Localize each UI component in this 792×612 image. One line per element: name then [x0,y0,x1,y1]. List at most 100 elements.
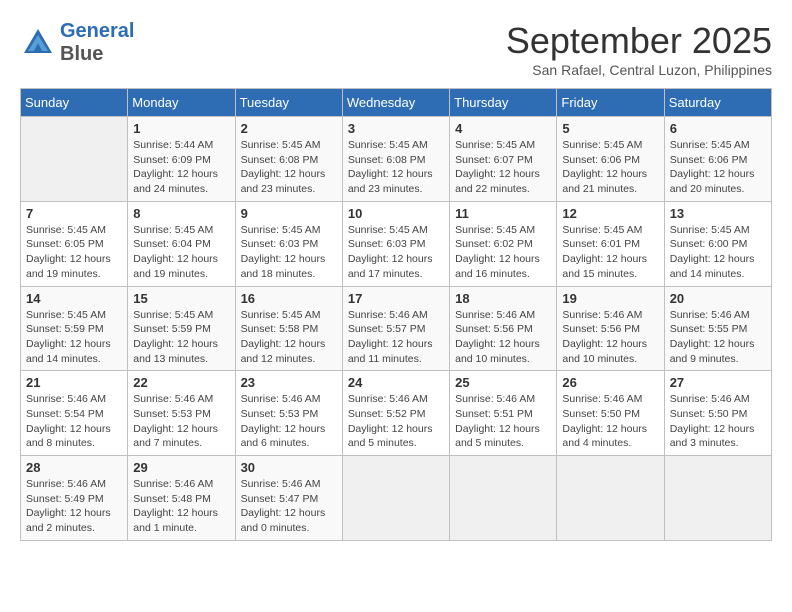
logo-text: General Blue [60,20,134,66]
day-number: 10 [348,206,444,221]
calendar-week-1: 1 Sunrise: 5:44 AM Sunset: 6:09 PM Daylig… [21,117,772,202]
day-info: Sunrise: 5:46 AM Sunset: 5:50 PM Dayligh… [670,392,766,451]
day-info: Sunrise: 5:45 AM Sunset: 6:06 PM Dayligh… [562,138,658,197]
logo-icon [20,25,56,61]
calendar-cell: 7 Sunrise: 5:45 AM Sunset: 6:05 PM Daylig… [21,201,128,286]
day-info: Sunrise: 5:46 AM Sunset: 5:56 PM Dayligh… [562,308,658,367]
day-number: 24 [348,375,444,390]
day-number: 15 [133,291,229,306]
calendar-cell: 13Sunrise: 5:45 AM Sunset: 6:00 PM Dayli… [664,201,771,286]
day-number: 13 [670,206,766,221]
calendar-cell: 16 Sunrise: 5:45 AM Sunset: 5:58 PM Dayli… [235,286,342,371]
calendar-cell: 26 Sunrise: 5:46 AM Sunset: 5:50 PM Dayli… [557,371,664,456]
calendar-cell: 28 Sunrise: 5:46 AM Sunset: 5:49 PM Dayli… [21,456,128,541]
calendar-cell [450,456,557,541]
day-info: Sunrise: 5:45 AM Sunset: 6:01 PM Dayligh… [562,223,658,282]
day-info: Sunrise: 5:45 AM Sunset: 5:58 PM Dayligh… [241,308,337,367]
day-number: 17 [348,291,444,306]
day-number: 9 [241,206,337,221]
calendar-cell: 9 Sunrise: 5:45 AM Sunset: 6:03 PM Daylig… [235,201,342,286]
calendar-cell: 5 Sunrise: 5:45 AM Sunset: 6:06 PM Daylig… [557,117,664,202]
day-info: Sunrise: 5:46 AM Sunset: 5:49 PM Dayligh… [26,477,122,536]
header-day-wednesday: Wednesday [342,89,449,117]
day-info: Sunrise: 5:45 AM Sunset: 6:08 PM Dayligh… [348,138,444,197]
day-number: 14 [26,291,122,306]
title-block: September 2025 San Rafael, Central Luzon… [506,20,772,78]
day-number: 2 [241,121,337,136]
calendar-cell: 23Sunrise: 5:46 AM Sunset: 5:53 PM Dayli… [235,371,342,456]
calendar-cell: 30Sunrise: 5:46 AM Sunset: 5:47 PM Dayli… [235,456,342,541]
header-day-saturday: Saturday [664,89,771,117]
calendar-cell: 1 Sunrise: 5:44 AM Sunset: 6:09 PM Daylig… [128,117,235,202]
header-day-tuesday: Tuesday [235,89,342,117]
calendar-cell: 4 Sunrise: 5:45 AM Sunset: 6:07 PM Daylig… [450,117,557,202]
day-info: Sunrise: 5:45 AM Sunset: 6:06 PM Dayligh… [670,138,766,197]
calendar-cell: 12 Sunrise: 5:45 AM Sunset: 6:01 PM Dayli… [557,201,664,286]
day-number: 6 [670,121,766,136]
logo: General Blue [20,20,134,66]
day-number: 3 [348,121,444,136]
calendar-cell [664,456,771,541]
calendar-week-4: 21 Sunrise: 5:46 AM Sunset: 5:54 PM Dayli… [21,371,772,456]
day-number: 28 [26,460,122,475]
day-info: Sunrise: 5:46 AM Sunset: 5:51 PM Dayligh… [455,392,551,451]
day-info: Sunrise: 5:46 AM Sunset: 5:48 PM Dayligh… [133,477,229,536]
calendar-cell: 8 Sunrise: 5:45 AM Sunset: 6:04 PM Daylig… [128,201,235,286]
day-number: 22 [133,375,229,390]
day-number: 21 [26,375,122,390]
day-info: Sunrise: 5:45 AM Sunset: 5:59 PM Dayligh… [133,308,229,367]
day-info: Sunrise: 5:46 AM Sunset: 5:53 PM Dayligh… [241,392,337,451]
calendar-cell: 19 Sunrise: 5:46 AM Sunset: 5:56 PM Dayli… [557,286,664,371]
calendar-cell: 3 Sunrise: 5:45 AM Sunset: 6:08 PM Daylig… [342,117,449,202]
day-info: Sunrise: 5:45 AM Sunset: 6:05 PM Dayligh… [26,223,122,282]
day-number: 8 [133,206,229,221]
day-info: Sunrise: 5:45 AM Sunset: 6:02 PM Dayligh… [455,223,551,282]
day-info: Sunrise: 5:45 AM Sunset: 6:03 PM Dayligh… [348,223,444,282]
header-day-sunday: Sunday [21,89,128,117]
day-info: Sunrise: 5:46 AM Sunset: 5:54 PM Dayligh… [26,392,122,451]
calendar-cell: 6 Sunrise: 5:45 AM Sunset: 6:06 PM Daylig… [664,117,771,202]
calendar-header-row: SundayMondayTuesdayWednesdayThursdayFrid… [21,89,772,117]
day-number: 4 [455,121,551,136]
day-number: 1 [133,121,229,136]
calendar-cell: 22Sunrise: 5:46 AM Sunset: 5:53 PM Dayli… [128,371,235,456]
calendar-cell: 18 Sunrise: 5:46 AM Sunset: 5:56 PM Dayli… [450,286,557,371]
month-title: September 2025 [506,20,772,62]
day-info: Sunrise: 5:46 AM Sunset: 5:50 PM Dayligh… [562,392,658,451]
header-day-monday: Monday [128,89,235,117]
calendar-cell: 17Sunrise: 5:46 AM Sunset: 5:57 PM Dayli… [342,286,449,371]
day-info: Sunrise: 5:46 AM Sunset: 5:56 PM Dayligh… [455,308,551,367]
calendar-cell [21,117,128,202]
day-number: 27 [670,375,766,390]
day-number: 26 [562,375,658,390]
calendar-week-3: 14 Sunrise: 5:45 AM Sunset: 5:59 PM Dayli… [21,286,772,371]
day-number: 16 [241,291,337,306]
day-info: Sunrise: 5:46 AM Sunset: 5:52 PM Dayligh… [348,392,444,451]
day-number: 20 [670,291,766,306]
day-info: Sunrise: 5:45 AM Sunset: 6:04 PM Dayligh… [133,223,229,282]
calendar-cell [342,456,449,541]
location-subtitle: San Rafael, Central Luzon, Philippines [506,62,772,78]
day-number: 19 [562,291,658,306]
calendar-cell [557,456,664,541]
day-number: 11 [455,206,551,221]
day-number: 18 [455,291,551,306]
day-info: Sunrise: 5:46 AM Sunset: 5:47 PM Dayligh… [241,477,337,536]
day-number: 7 [26,206,122,221]
day-info: Sunrise: 5:44 AM Sunset: 6:09 PM Dayligh… [133,138,229,197]
day-number: 25 [455,375,551,390]
day-info: Sunrise: 5:45 AM Sunset: 6:03 PM Dayligh… [241,223,337,282]
calendar-cell: 27 Sunrise: 5:46 AM Sunset: 5:50 PM Dayli… [664,371,771,456]
calendar-week-2: 7 Sunrise: 5:45 AM Sunset: 6:05 PM Daylig… [21,201,772,286]
day-info: Sunrise: 5:45 AM Sunset: 6:08 PM Dayligh… [241,138,337,197]
calendar-cell: 15 Sunrise: 5:45 AM Sunset: 5:59 PM Dayli… [128,286,235,371]
calendar-cell: 20Sunrise: 5:46 AM Sunset: 5:55 PM Dayli… [664,286,771,371]
day-info: Sunrise: 5:45 AM Sunset: 6:07 PM Dayligh… [455,138,551,197]
day-number: 12 [562,206,658,221]
calendar-cell: 21 Sunrise: 5:46 AM Sunset: 5:54 PM Dayli… [21,371,128,456]
day-number: 29 [133,460,229,475]
calendar-cell: 11 Sunrise: 5:45 AM Sunset: 6:02 PM Dayli… [450,201,557,286]
day-number: 5 [562,121,658,136]
header-day-friday: Friday [557,89,664,117]
calendar-cell: 25 Sunrise: 5:46 AM Sunset: 5:51 PM Dayli… [450,371,557,456]
